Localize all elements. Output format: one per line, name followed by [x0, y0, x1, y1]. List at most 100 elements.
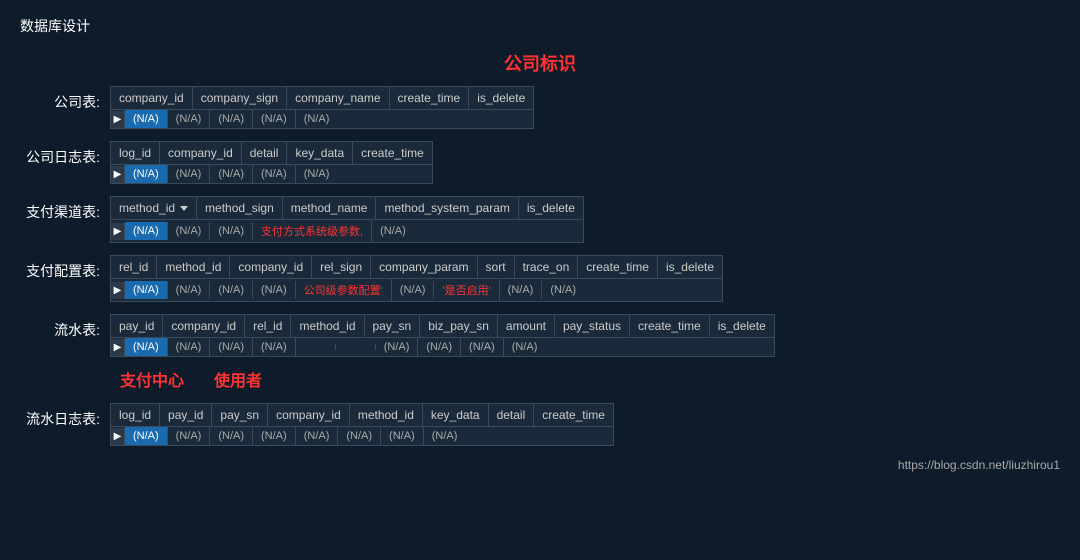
col-header: method_sign — [197, 197, 283, 219]
col-header: company_sign — [193, 87, 287, 109]
table-row: ▶(N/A)(N/A)(N/A)支付方式系统级参数,(N/A) — [111, 220, 583, 242]
table-cell: (N/A) — [210, 427, 253, 445]
table-cell: (N/A) — [210, 110, 253, 128]
table-row: ▶(N/A)(N/A)(N/A)(N/A)公司级参数配置'(N/A)'是否启用'… — [111, 279, 722, 301]
table-cell: 公司级参数配置' — [296, 279, 392, 301]
table-section: 支付渠道表:method_idmethod_signmethod_namemet… — [20, 196, 1060, 243]
col-header: company_id — [268, 404, 350, 426]
center-label: 公司标识 — [20, 50, 1060, 76]
col-header: method_name — [283, 197, 377, 219]
col-header: create_time — [630, 315, 710, 337]
table-cell: (N/A) — [338, 427, 381, 445]
table-cell: (N/A) — [542, 281, 584, 299]
col-header: method_id — [291, 315, 364, 337]
col-header: biz_pay_sn — [420, 315, 498, 337]
table-cell: (N/A) — [210, 222, 253, 240]
table-section: 流水日志表:log_idpay_idpay_sncompany_idmethod… — [20, 403, 1060, 446]
col-header: company_id — [160, 142, 242, 164]
table-cell: (N/A) — [125, 338, 168, 356]
db-table: pay_idcompany_idrel_idmethod_idpay_snbiz… — [110, 314, 775, 357]
row-expand-icon[interactable]: ▶ — [111, 223, 125, 240]
db-table: log_idcompany_iddetailkey_datacreate_tim… — [110, 141, 433, 184]
table-cell: (N/A) — [168, 222, 211, 240]
db-table: log_idpay_idpay_sncompany_idmethod_idkey… — [110, 403, 614, 446]
row-expand-icon[interactable]: ▶ — [111, 282, 125, 299]
table-cell: (N/A) — [168, 281, 211, 299]
table-cell: (N/A) — [418, 338, 461, 356]
col-header: detail — [489, 404, 535, 426]
col-header: is_delete — [519, 197, 583, 219]
table-label: 公司表: — [20, 86, 110, 112]
col-header: company_name — [287, 87, 389, 109]
col-header: pay_status — [555, 315, 630, 337]
table-section: 公司日志表:log_idcompany_iddetailkey_datacrea… — [20, 141, 1060, 184]
col-header: pay_id — [160, 404, 212, 426]
page-title: 数据库设计 — [20, 16, 1060, 36]
row-expand-icon[interactable]: ▶ — [111, 339, 125, 356]
col-header: sort — [478, 256, 515, 278]
db-table: company_idcompany_signcompany_namecreate… — [110, 86, 534, 129]
row-expand-icon[interactable]: ▶ — [111, 166, 125, 183]
table-label: 公司日志表: — [20, 141, 110, 167]
table-cell: (N/A) — [461, 338, 504, 356]
table-cell: (N/A) — [168, 110, 211, 128]
col-header: pay_id — [111, 315, 163, 337]
db-table: method_idmethod_signmethod_namemethod_sy… — [110, 196, 584, 243]
table-cell: (N/A) — [125, 427, 168, 445]
table-label: 流水表: — [20, 314, 110, 340]
col-header: is_delete — [469, 87, 533, 109]
table-cell: (N/A) — [210, 338, 253, 356]
table-cell: (N/A) — [125, 110, 168, 128]
table-row: ▶(N/A)(N/A)(N/A)(N/A)(N/A)(N/A)(N/A)(N/A… — [111, 338, 774, 356]
footer-url: https://blog.csdn.net/liuzhirou1 — [20, 458, 1060, 472]
col-header: create_time — [578, 256, 658, 278]
table-label: 支付配置表: — [20, 255, 110, 281]
col-header: trace_on — [515, 256, 579, 278]
table-row: ▶(N/A)(N/A)(N/A)(N/A)(N/A)(N/A)(N/A)(N/A… — [111, 427, 613, 445]
col-header: amount — [498, 315, 555, 337]
col-header: method_system_param — [376, 197, 518, 219]
table-cell: (N/A) — [253, 281, 296, 299]
db-table: rel_idmethod_idcompany_idrel_signcompany… — [110, 255, 723, 302]
table-cell: (N/A) — [210, 165, 253, 183]
row-expand-icon[interactable]: ▶ — [111, 111, 125, 128]
col-header: create_time — [353, 142, 432, 164]
table-cell: (N/A) — [392, 281, 435, 299]
table-cell: (N/A) — [125, 281, 168, 299]
table-cell: (N/A) — [125, 165, 168, 183]
col-header: is_delete — [658, 256, 722, 278]
table-cell: (N/A) — [253, 110, 296, 128]
table-cell: (N/A) — [253, 165, 296, 183]
inline-label: 使用者 — [214, 367, 262, 391]
table-cell: (N/A) — [296, 110, 338, 128]
col-header: log_id — [111, 404, 160, 426]
table-label: 支付渠道表: — [20, 196, 110, 222]
col-header: key_data — [423, 404, 489, 426]
table-section: 流水表:pay_idcompany_idrel_idmethod_idpay_s… — [20, 314, 1060, 391]
table-cell: '是否启用' — [434, 279, 499, 301]
table-cell: (N/A) — [381, 427, 424, 445]
table-label: 流水日志表: — [20, 403, 110, 429]
col-header: company_param — [371, 256, 477, 278]
sort-arrow-icon — [180, 206, 188, 211]
col-header: method_id — [111, 197, 197, 219]
col-header: is_delete — [710, 315, 774, 337]
col-header: create_time — [534, 404, 613, 426]
col-header: pay_sn — [365, 315, 421, 337]
col-header: rel_id — [245, 315, 291, 337]
inline-label: 支付中心 — [120, 367, 184, 391]
table-cell: (N/A) — [168, 165, 211, 183]
col-header: company_id — [230, 256, 312, 278]
table-section: 支付配置表:rel_idmethod_idcompany_idrel_signc… — [20, 255, 1060, 302]
table-cell — [336, 344, 376, 350]
table-cell: (N/A) — [125, 222, 168, 240]
table-cell: (N/A) — [372, 222, 414, 240]
table-row: ▶(N/A)(N/A)(N/A)(N/A)(N/A) — [111, 165, 432, 183]
col-header: rel_id — [111, 256, 157, 278]
table-cell — [296, 344, 336, 350]
col-header: detail — [242, 142, 288, 164]
table-cell: (N/A) — [424, 427, 466, 445]
table-cell: (N/A) — [296, 427, 339, 445]
row-expand-icon[interactable]: ▶ — [111, 428, 125, 445]
col-header: company_id — [111, 87, 193, 109]
